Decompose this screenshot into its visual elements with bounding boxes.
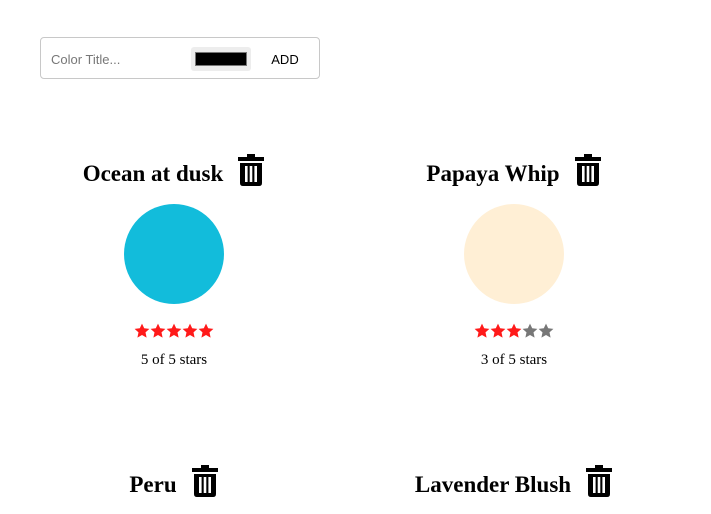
add-button[interactable]: ADD [259,46,311,72]
color-title: Papaya Whip [426,161,560,186]
color-card: Papaya Whip 3 of 5 stars [344,150,684,369]
color-title: Lavender Blush [414,472,572,497]
delete-color-button[interactable] [574,153,602,187]
star-icon[interactable] [150,323,166,339]
star-icon[interactable] [134,323,150,339]
color-card: Ocean at dusk 5 of 5 stars [4,150,344,369]
star-icon[interactable] [522,323,538,339]
star-rating [344,323,684,341]
delete-color-button[interactable] [191,464,219,498]
color-title: Ocean at dusk [82,161,224,186]
add-color-form: ADD [40,37,320,79]
star-icon[interactable] [166,323,182,339]
color-card-header: Ocean at dusk [4,150,344,190]
trash-icon [586,465,613,497]
color-card-header: Peru [4,461,344,501]
color-card-header: Papaya Whip [344,150,684,190]
color-swatch [124,204,224,304]
color-picker-swatch [195,52,247,66]
color-card: Lavender Blush [344,461,684,501]
star-icon[interactable] [538,323,554,339]
star-icon[interactable] [474,323,490,339]
color-swatch [464,204,564,304]
delete-color-button[interactable] [585,464,613,498]
color-title-input[interactable] [51,48,186,70]
star-icon[interactable] [490,323,506,339]
delete-color-button[interactable] [237,153,265,187]
trash-icon [191,465,218,497]
color-organizer-app: ADD Ocean at dusk 5 of 5 stars Papaya Wh… [0,0,711,514]
star-icon[interactable] [182,323,198,339]
star-icon[interactable] [198,323,214,339]
trash-icon [574,154,601,186]
color-title: Peru [129,472,177,497]
star-rating [4,323,344,341]
rating-text: 5 of 5 stars [140,352,208,368]
color-card: Peru [4,461,344,501]
trash-icon [238,154,265,186]
color-picker[interactable] [191,47,251,71]
star-icon[interactable] [506,323,522,339]
rating-text: 3 of 5 stars [480,352,548,368]
color-card-header: Lavender Blush [344,461,684,501]
